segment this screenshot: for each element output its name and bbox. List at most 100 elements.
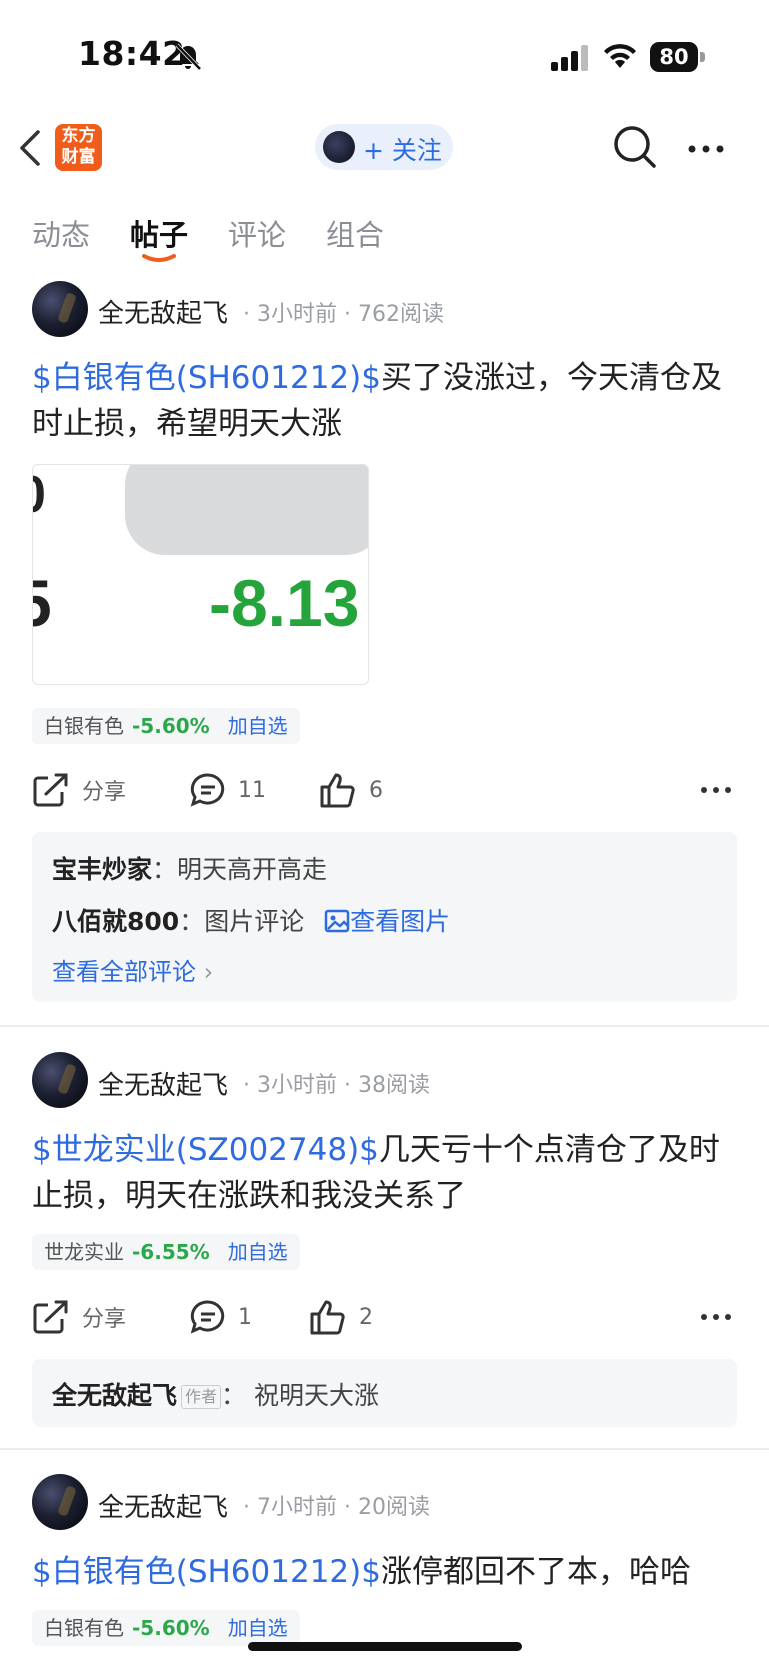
avatar[interactable] (32, 1052, 88, 1108)
comment-author[interactable]: 八佰就800 (52, 907, 179, 936)
battery-level: 80 (650, 42, 698, 72)
follow-label: + 关注 (363, 136, 442, 165)
battery-indicator: 80 (650, 42, 706, 72)
comment-count: 1 (238, 1304, 252, 1330)
comment-author[interactable]: 宝丰炒家 (52, 855, 152, 884)
share-icon (33, 1300, 68, 1334)
view-all-label: 查看全部评论 (52, 958, 196, 986)
comment-icon (190, 1300, 225, 1334)
quote-name: 白银有色 (44, 1616, 124, 1640)
comment-button[interactable]: 1 (190, 1297, 252, 1337)
post-image[interactable]: 0 5 -8.13 (32, 464, 369, 685)
comment-button[interactable]: 11 (190, 770, 266, 810)
divider (0, 1448, 769, 1450)
post-author[interactable]: 全无敌起飞 (98, 1487, 228, 1524)
comment-item[interactable]: 全无敌起飞 作者： 祝明天大涨 (52, 1376, 379, 1412)
post-time: 7小时前 (257, 1495, 337, 1520)
image-value: -8.13 (209, 566, 360, 640)
post-body[interactable]: $世龙实业(SZ002748)$几天亏十个点清仓了及时止损，明天在涨跌和我没关系… (32, 1127, 732, 1219)
like-button[interactable]: 2 (309, 1297, 373, 1337)
thumbs-up-icon (310, 1300, 345, 1335)
comment-text: 祝明天大涨 (253, 1381, 379, 1410)
battery-tip (700, 52, 705, 62)
like-count: 6 (369, 777, 383, 803)
more-icon[interactable] (686, 134, 726, 164)
follow-button[interactable]: + 关注 (315, 124, 453, 170)
tab-posts[interactable]: 帖子 (130, 212, 188, 254)
home-indicator[interactable] (248, 1642, 522, 1651)
add-watchlist-button[interactable]: 加自选 (228, 1240, 288, 1264)
image-fragment: 5 (33, 565, 52, 641)
comment-author[interactable]: 全无敌起飞 (52, 1381, 177, 1410)
wifi-icon (604, 44, 636, 68)
avatar[interactable] (32, 281, 88, 337)
thumbs-up-icon (320, 773, 355, 808)
post-more-icon[interactable] (700, 1303, 732, 1331)
post-reads: 20阅读 (357, 1495, 430, 1520)
post-actions: 分享 1 2 (32, 1297, 737, 1337)
post-reads: 762阅读 (357, 302, 444, 327)
post-author[interactable]: 全无敌起飞 (98, 293, 228, 330)
stock-link[interactable]: $白银有色(SH601212)$ (32, 1554, 381, 1590)
image-fragment-top: 0 (33, 465, 46, 525)
active-tab-indicator (142, 254, 176, 262)
image-blob (125, 465, 368, 555)
comment-preview[interactable]: 宝丰炒家：明天高开高走 八佰就800：图片评论 查看图片 查看全部评论 › (32, 832, 737, 1002)
status-time: 18:42 (78, 34, 186, 73)
like-button[interactable]: 6 (319, 770, 383, 810)
stock-link[interactable]: $世龙实业(SZ002748)$ (32, 1132, 379, 1168)
post-meta: · 3小时前 · 38阅读 (243, 1073, 430, 1098)
stock-quote-tag[interactable]: 白银有色 -5.60% 加自选 (32, 708, 300, 744)
bell-muted-icon (175, 43, 202, 71)
add-watchlist-button[interactable]: 加自选 (228, 1616, 288, 1640)
stock-quote-tag[interactable]: 世龙实业 -6.55% 加自选 (32, 1234, 300, 1270)
view-image-link[interactable]: 查看图片 (324, 907, 450, 936)
add-watchlist-button[interactable]: 加自选 (228, 714, 288, 738)
stock-link[interactable]: $白银有色(SH601212)$ (32, 360, 381, 396)
like-count: 2 (359, 1304, 373, 1330)
share-label: 分享 (82, 780, 127, 805)
comment-icon (190, 773, 225, 807)
comment-preview[interactable]: 全无敌起飞 作者： 祝明天大涨 (32, 1359, 737, 1427)
quote-change: -5.60% (132, 714, 210, 738)
stock-quote-tag[interactable]: 白银有色 -5.60% 加自选 (32, 1610, 300, 1646)
comment-item[interactable]: 八佰就800：图片评论 查看图片 (52, 902, 450, 938)
comment-text: 图片评论 (204, 907, 305, 936)
logo-line1: 东方 (61, 126, 96, 146)
back-chevron-icon[interactable] (16, 128, 46, 168)
share-icon (33, 773, 68, 807)
chevron-right-icon: › (203, 958, 214, 986)
share-button[interactable]: 分享 (32, 1297, 126, 1337)
post-meta: · 7小时前 · 20阅读 (243, 1495, 430, 1520)
app-logo: 东方 财富 (55, 124, 102, 171)
post-more-icon[interactable] (700, 776, 732, 804)
search-icon[interactable] (613, 125, 657, 169)
post-time: 3小时前 (257, 302, 337, 327)
logo-line2: 财富 (61, 147, 96, 167)
author-badge: 作者 (181, 1385, 222, 1409)
cellular-signal-icon (551, 45, 588, 71)
image-icon (324, 909, 350, 933)
avatar[interactable] (32, 1474, 88, 1530)
post-author[interactable]: 全无敌起飞 (98, 1065, 228, 1102)
post-body[interactable]: $白银有色(SH601212)$涨停都回不了本，哈哈 (32, 1549, 732, 1595)
post-actions: 分享 11 6 (32, 770, 737, 810)
quote-name: 世龙实业 (44, 1240, 124, 1264)
avatar (323, 131, 355, 163)
post-text: 涨停都回不了本，哈哈 (380, 1554, 691, 1590)
post-meta: · 3小时前 · 762阅读 (243, 302, 444, 327)
view-image-label: 查看图片 (350, 907, 451, 936)
share-label: 分享 (82, 1307, 127, 1332)
tab-portfolio[interactable]: 组合 (326, 212, 384, 254)
post-body[interactable]: $白银有色(SH601212)$买了没涨过，今天清仓及时止损，希望明天大涨 (32, 355, 732, 447)
post-reads: 38阅读 (357, 1073, 430, 1098)
divider (0, 1025, 769, 1027)
tab-dynamics[interactable]: 动态 (32, 212, 90, 254)
post-time: 3小时前 (257, 1073, 337, 1098)
view-all-comments-link[interactable]: 查看全部评论 › (52, 952, 213, 987)
share-button[interactable]: 分享 (32, 770, 126, 810)
comment-item[interactable]: 宝丰炒家：明天高开高走 (52, 850, 327, 886)
tab-comments[interactable]: 评论 (228, 212, 286, 254)
comment-text: 明天高开高走 (177, 855, 328, 884)
quote-change: -6.55% (132, 1240, 210, 1264)
